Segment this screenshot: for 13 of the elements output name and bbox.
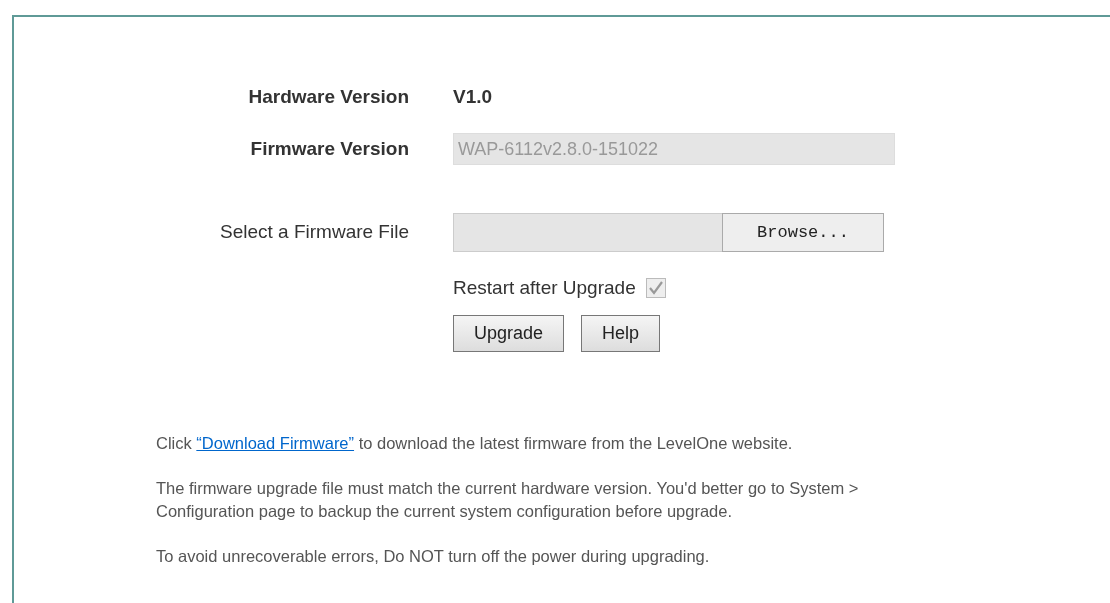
file-path-field[interactable]: [453, 213, 722, 252]
field-label: Select a Firmware File: [219, 220, 409, 245]
field-label: Hardware Version: [247, 84, 409, 109]
note-text: The firmware upgrade file must match the current hardware version. You'd better go to System > Configuration page to backup the current system configuration before upgrade.: [156, 477, 860, 522]
browse-button[interactable]: Browse...: [722, 213, 884, 252]
checkbox-label: Restart after Upgrade: [453, 276, 636, 300]
note-text: To avoid unrecoverable errors, Do NOT turn off the power during upgrading.: [156, 545, 711, 567]
field-label: Firmware Version: [249, 136, 409, 161]
download-link[interactable]: “Download Firmware”: [196, 433, 355, 452]
field-value: V1.0: [453, 84, 493, 109]
help-button[interactable]: Help: [581, 314, 661, 352]
upgrade-button[interactable]: Upgrade: [453, 314, 565, 352]
note-text: Click “Download Firmware” to download the latest firmware from the LevelOne website.: [156, 432, 794, 454]
